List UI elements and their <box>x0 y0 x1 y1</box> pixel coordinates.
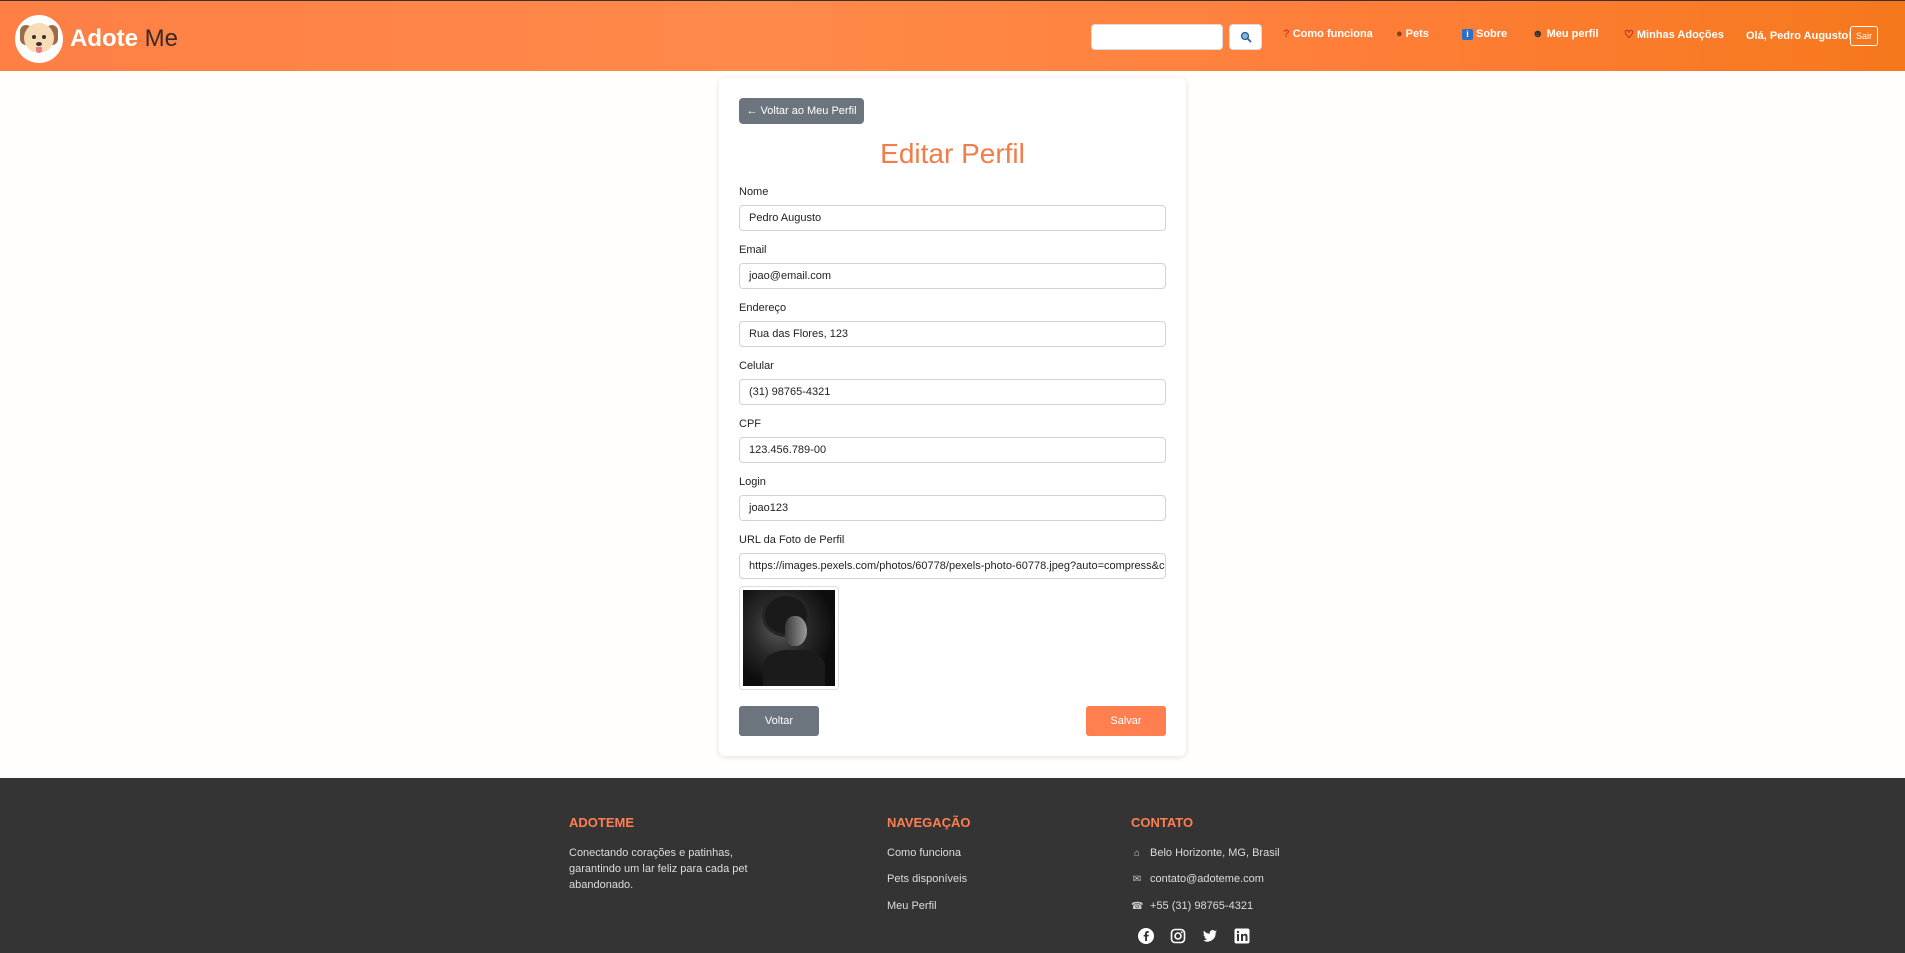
brand-logo-link[interactable]: Adote Me <box>15 15 178 63</box>
phone-icon: ☎ <box>1131 901 1144 912</box>
footer-link-pets[interactable]: Pets disponíveis <box>887 871 967 887</box>
instagram-icon[interactable] <box>1169 927 1187 945</box>
footer-link-meu-perfil[interactable]: Meu Perfil <box>887 898 937 914</box>
site-footer: ADOTEME Conectando corações e patinhas, … <box>0 778 1905 953</box>
envelope-icon: ✉ <box>1132 874 1142 885</box>
footer-email: ✉ contato@adoteme.com <box>1131 871 1264 888</box>
login-label: Login <box>739 476 766 488</box>
footer-address: ⌂ Belo Horizonte, MG, Brasil <box>1131 845 1280 862</box>
paw-icon: ● <box>1396 28 1403 40</box>
brand-name: Adote Me <box>70 25 179 52</box>
footer-about-text: Conectando corações e patinhas, garantin… <box>569 847 748 891</box>
dog-logo-icon <box>15 15 63 63</box>
photo-url-label: URL da Foto de Perfil <box>739 534 845 546</box>
home-icon: ⌂ <box>1133 848 1141 859</box>
cpf-label: CPF <box>739 418 761 430</box>
name-field[interactable]: Pedro Augusto <box>739 205 1166 231</box>
footer-contact-heading: CONTATO <box>1131 815 1194 830</box>
twitter-icon[interactable] <box>1201 927 1219 945</box>
profile-photo-preview <box>739 586 839 690</box>
back-to-profile-button[interactable]: ← Voltar ao Meu Perfil <box>739 98 864 124</box>
name-label: Nome <box>739 186 769 198</box>
search-input[interactable] <box>1091 24 1223 50</box>
footer-link-como-funciona[interactable]: Como funciona <box>887 845 961 861</box>
email-label: Email <box>739 244 767 256</box>
heart-icon: ♡ <box>1624 29 1634 41</box>
nav-minhas-adocoes[interactable]: ♡ Minhas Adoções <box>1624 28 1724 42</box>
phone-label: Celular <box>739 360 774 372</box>
login-field[interactable]: joao123 <box>739 495 1166 521</box>
voltar-button[interactable]: Voltar <box>739 706 819 736</box>
footer-nav-heading: NAVEGAÇÃO <box>887 815 971 830</box>
nav-pets[interactable]: ● Pets <box>1396 28 1429 40</box>
facebook-icon[interactable] <box>1137 927 1155 945</box>
user-greeting: Olá, Pedro Augusto! <box>1746 30 1852 42</box>
address-field[interactable]: Rua das Flores, 123 <box>739 321 1166 347</box>
footer-about-heading: ADOTEME <box>569 815 634 830</box>
edit-profile-card: ← Voltar ao Meu Perfil Editar Perfil Nom… <box>719 78 1186 756</box>
user-icon: ☻ <box>1532 28 1544 40</box>
phone-field[interactable]: (31) 98765-4321 <box>739 379 1166 405</box>
nav-como-funciona[interactable]: ? Como funciona <box>1283 28 1373 40</box>
social-links <box>1137 927 1265 945</box>
email-field[interactable]: joao@email.com <box>739 263 1166 289</box>
info-icon: i <box>1462 28 1473 40</box>
nav-sobre[interactable]: i Sobre <box>1462 28 1507 40</box>
salvar-button[interactable]: Salvar <box>1086 706 1166 736</box>
nav-meu-perfil[interactable]: ☻ Meu perfil <box>1532 28 1599 40</box>
top-navbar: Adote Me ? Como funciona ● Pets i Sobre ☻ Me… <box>0 0 1905 71</box>
linkedin-icon[interactable] <box>1233 927 1251 945</box>
logout-button[interactable]: Sair <box>1850 26 1878 46</box>
footer-phone: ☎ +55 (31) 98765-4321 <box>1131 898 1253 915</box>
address-label: Endereço <box>739 302 787 314</box>
profile-photo-image <box>743 590 835 686</box>
cpf-field[interactable]: 123.456.789-00 <box>739 437 1166 463</box>
search-icon <box>1240 31 1252 43</box>
search-button[interactable] <box>1229 24 1262 50</box>
page-title: Editar Perfil <box>880 138 1025 169</box>
photo-url-field[interactable]: https://images.pexels.com/photos/60778/p… <box>739 553 1166 579</box>
question-icon: ? <box>1283 28 1290 40</box>
